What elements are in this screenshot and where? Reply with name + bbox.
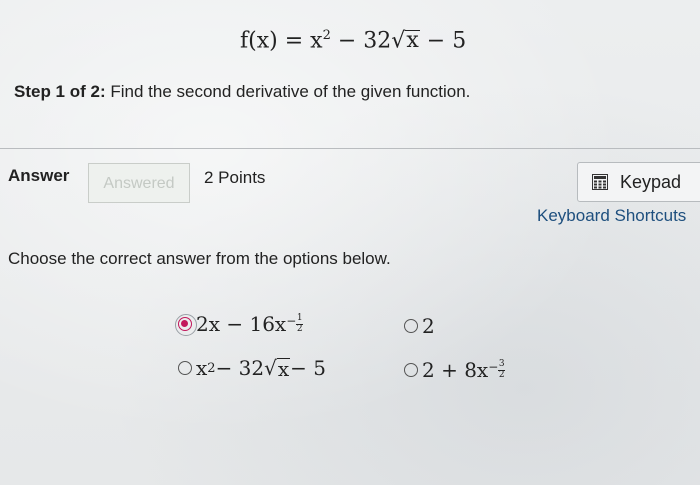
option-d[interactable]: 2 + 8x −3 2 — [404, 358, 506, 382]
option-d-text: 2 + 8x — [422, 358, 489, 382]
step-text: Find the second derivative of the given … — [105, 82, 471, 101]
step-label: Step 1 of 2: — [14, 82, 106, 101]
function-equation: f(x) = x2 − 32√x − 5 — [240, 28, 466, 53]
calculator-icon — [592, 174, 608, 190]
exponent-sign: − — [488, 360, 499, 374]
option-b[interactable]: 2 — [404, 314, 435, 338]
option-b-text: 2 — [422, 314, 435, 338]
option-c[interactable]: x2 − 32 √ x − 5 — [178, 356, 326, 380]
option-c-coefficient: − 32 — [215, 356, 265, 380]
option-c-exponent: 2 — [207, 360, 216, 376]
radio-unselected-icon[interactable] — [404, 363, 418, 377]
radio-unselected-icon[interactable] — [178, 361, 192, 375]
exponent-denominator: 2 — [498, 370, 505, 380]
exponent-numerator: 1 — [296, 313, 303, 323]
radio-selected-icon[interactable] — [175, 314, 197, 336]
minus-sign: − — [426, 28, 446, 54]
option-a-exponent: −1 2 — [286, 313, 304, 334]
minus-sign: − — [337, 28, 357, 54]
option-d-exponent: −3 2 — [488, 359, 506, 380]
term-x: x — [310, 28, 323, 54]
exponent-denominator: 2 — [296, 324, 303, 334]
option-a[interactable]: 2x − 16x −1 2 — [175, 312, 304, 336]
keyboard-shortcuts-link[interactable]: Keyboard Shortcuts — [537, 206, 686, 226]
sqrt-symbol: √ — [264, 356, 277, 380]
option-c-radical-argument: x — [276, 356, 291, 381]
answer-label: Answer — [8, 166, 70, 185]
step-instruction: Step 1 of 2: Find the second derivative … — [14, 82, 470, 102]
section-divider — [0, 148, 700, 149]
function-lhs: f(x) — [240, 28, 278, 54]
keypad-button[interactable]: Keypad — [577, 162, 700, 202]
constant-term: 5 — [452, 28, 467, 54]
term-x-exponent: 2 — [322, 28, 331, 43]
option-a-text: 2x − 16x — [196, 312, 287, 336]
points-value: 2 Points — [204, 168, 266, 187]
answer-status-badge: Answered — [88, 163, 190, 203]
option-c-tail: − 5 — [290, 356, 327, 380]
exponent-numerator: 3 — [498, 359, 505, 369]
question-screen: f(x) = x2 − 32√x − 5 Step 1 of 2: Find t… — [0, 0, 700, 485]
option-c-term-x: x — [196, 356, 208, 380]
options-instruction: Choose the correct answer from the optio… — [8, 249, 391, 268]
exponent-sign: − — [286, 314, 297, 328]
radio-unselected-icon[interactable] — [404, 319, 418, 333]
keypad-label: Keypad — [620, 171, 682, 192]
equals-sign: = — [284, 28, 304, 54]
coefficient: 32 — [363, 28, 392, 54]
sqrt-symbol: √ — [391, 28, 406, 54]
radical-argument: x — [405, 28, 420, 54]
